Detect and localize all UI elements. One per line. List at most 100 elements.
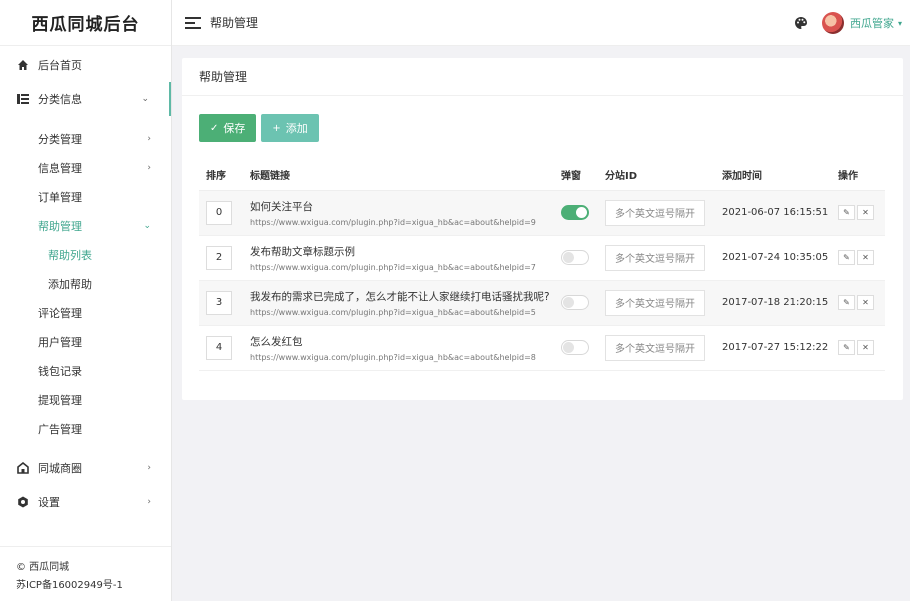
sidebar-item-label: 评论管理: [38, 306, 82, 320]
sidebar-item-category[interactable]: 分类管理 ›: [0, 124, 171, 153]
help-table: 排序 标题链接 弹窗 分站ID 添加时间 操作 0 如何关注平台 https:/…: [199, 160, 885, 371]
sidebar-item-label: 订单管理: [38, 190, 82, 204]
sidebar-item-withdraw[interactable]: 提现管理: [0, 385, 171, 414]
sidebar-item-comment[interactable]: 评论管理: [0, 298, 171, 327]
add-time: 2017-07-27 15:12:22: [715, 325, 831, 371]
edit-icon[interactable]: ✎: [838, 340, 855, 355]
sidebar-item-label: 信息管理: [38, 161, 82, 175]
edit-icon[interactable]: ✎: [838, 250, 855, 265]
edit-icon[interactable]: ✎: [838, 205, 855, 220]
sidebar-item-label: 广告管理: [38, 422, 82, 436]
sort-input[interactable]: 3: [206, 290, 232, 315]
gear-icon: [16, 495, 30, 509]
col-sort: 排序: [199, 160, 243, 191]
popup-toggle[interactable]: [561, 205, 589, 220]
col-site-id: 分站ID: [598, 160, 715, 191]
col-title-link: 标题链接: [243, 160, 554, 191]
sidebar-item-user[interactable]: 用户管理: [0, 327, 171, 356]
sidebar-item-wallet[interactable]: 钱包记录: [0, 356, 171, 385]
chevron-right-icon: ›: [147, 133, 151, 144]
sidebar-item-classify[interactable]: 分类信息 ⌄: [0, 82, 171, 116]
plus-icon: +: [272, 122, 281, 134]
sort-input[interactable]: 2: [206, 245, 232, 270]
help-url: https://www.wxigua.com/plugin.php?id=xig…: [250, 217, 536, 227]
add-button[interactable]: + 添加: [261, 114, 319, 142]
help-management-card: 帮助管理 ✓ 保存 + 添加 排序 标题链接 弹窗 分站ID 添加时间 操作 0…: [182, 58, 903, 400]
sidebar-item-settings[interactable]: 设置 ›: [0, 485, 171, 519]
palette-icon[interactable]: [794, 16, 808, 30]
save-button[interactable]: ✓ 保存: [199, 114, 257, 142]
sidebar-item-label: 钱包记录: [38, 364, 82, 378]
caret-down-icon[interactable]: ▾: [898, 19, 902, 28]
table-row: 3 我发布的需求已完成了，怎么才能不让人家继续打电话骚扰我呢? https://…: [199, 280, 885, 326]
delete-icon[interactable]: ✕: [857, 295, 874, 310]
col-popup: 弹窗: [554, 160, 598, 191]
sidebar-item-info[interactable]: 信息管理 ›: [0, 153, 171, 182]
help-title: 如何关注平台: [250, 200, 313, 213]
copyright-text: © 西瓜同城: [16, 562, 70, 573]
sidebar-item-label: 提现管理: [38, 393, 82, 407]
sidebar-item-help-list[interactable]: 帮助列表: [0, 240, 171, 269]
sidebar-item-help-add[interactable]: 添加帮助: [0, 269, 171, 298]
edit-icon[interactable]: ✎: [838, 295, 855, 310]
icp-link[interactable]: 苏ICP备16002949号-1: [16, 577, 155, 595]
chevron-down-icon: ⌄: [143, 220, 151, 231]
sidebar-item-label: 设置: [38, 496, 60, 509]
add-label: 添加: [285, 122, 308, 135]
sidebar-item-label: 同城商圈: [38, 462, 82, 475]
sidebar-item-ad[interactable]: 广告管理: [0, 414, 171, 443]
save-label: 保存: [223, 122, 246, 135]
check-icon: ✓: [210, 122, 219, 134]
add-time: 2021-07-24 10:35:05: [715, 235, 831, 281]
popup-toggle[interactable]: [561, 295, 589, 310]
sidebar-item-help[interactable]: 帮助管理 ⌄: [0, 211, 171, 240]
chevron-down-icon: ⌄: [141, 94, 149, 104]
card-title: 帮助管理: [182, 58, 903, 96]
col-actions: 操作: [831, 160, 885, 191]
table-row: 4 怎么发红包 https://www.wxigua.com/plugin.ph…: [199, 325, 885, 371]
sort-input[interactable]: 4: [206, 335, 232, 360]
sidebar-item-label: 后台首页: [38, 59, 82, 72]
list-icon: [16, 92, 30, 106]
help-url: https://www.wxigua.com/plugin.php?id=xig…: [250, 352, 536, 362]
site-id-input[interactable]: 多个英文逗号隔开: [605, 199, 705, 226]
sidebar-item-shop[interactable]: 同城商圈 ›: [0, 451, 171, 485]
menu-toggle-icon[interactable]: [185, 16, 201, 29]
table-header-row: 排序 标题链接 弹窗 分站ID 添加时间 操作: [199, 160, 885, 191]
col-add-time: 添加时间: [715, 160, 831, 191]
sidebar: 西瓜同城后台 后台首页 分类信息 ⌄ 分类管理 › 信息管理 › 订单管理 帮助…: [0, 0, 172, 601]
sidebar-item-label: 用户管理: [38, 335, 82, 349]
chevron-right-icon: ›: [147, 463, 151, 473]
table-row: 0 如何关注平台 https://www.wxigua.com/plugin.p…: [199, 190, 885, 236]
home-icon: [16, 58, 30, 72]
chevron-right-icon: ›: [147, 162, 151, 173]
app-logo[interactable]: 西瓜同城后台: [0, 0, 171, 46]
sort-input[interactable]: 0: [206, 200, 232, 225]
toolbar: ✓ 保存 + 添加: [199, 114, 324, 142]
help-url: https://www.wxigua.com/plugin.php?id=xig…: [250, 262, 536, 272]
user-name[interactable]: 西瓜管家: [850, 15, 894, 31]
sidebar-item-label: 分类管理: [38, 132, 82, 146]
delete-icon[interactable]: ✕: [857, 205, 874, 220]
help-title: 怎么发红包: [250, 335, 303, 348]
page-title: 帮助管理: [210, 16, 259, 30]
site-id-input[interactable]: 多个英文逗号隔开: [605, 289, 705, 316]
site-id-input[interactable]: 多个英文逗号隔开: [605, 334, 705, 361]
sidebar-item-label: 分类信息: [38, 93, 82, 106]
popup-toggle[interactable]: [561, 340, 589, 355]
delete-icon[interactable]: ✕: [857, 340, 874, 355]
help-title: 发布帮助文章标题示例: [250, 245, 355, 258]
popup-toggle[interactable]: [561, 250, 589, 265]
sidebar-item-order[interactable]: 订单管理: [0, 182, 171, 211]
add-time: 2017-07-18 21:20:15: [715, 280, 831, 326]
sidebar-footer: © 西瓜同城 苏ICP备16002949号-1: [0, 546, 171, 601]
delete-icon[interactable]: ✕: [857, 250, 874, 265]
table-row: 2 发布帮助文章标题示例 https://www.wxigua.com/plug…: [199, 235, 885, 281]
help-title: 我发布的需求已完成了，怎么才能不让人家继续打电话骚扰我呢?: [250, 290, 550, 303]
site-id-input[interactable]: 多个英文逗号隔开: [605, 244, 705, 271]
top-header: 帮助管理 西瓜管家 ▾: [172, 0, 910, 46]
sidebar-item-home[interactable]: 后台首页: [0, 48, 171, 82]
header-right: 西瓜管家 ▾: [794, 0, 902, 46]
sidebar-item-label: 帮助管理: [38, 219, 82, 233]
avatar[interactable]: [821, 12, 844, 34]
